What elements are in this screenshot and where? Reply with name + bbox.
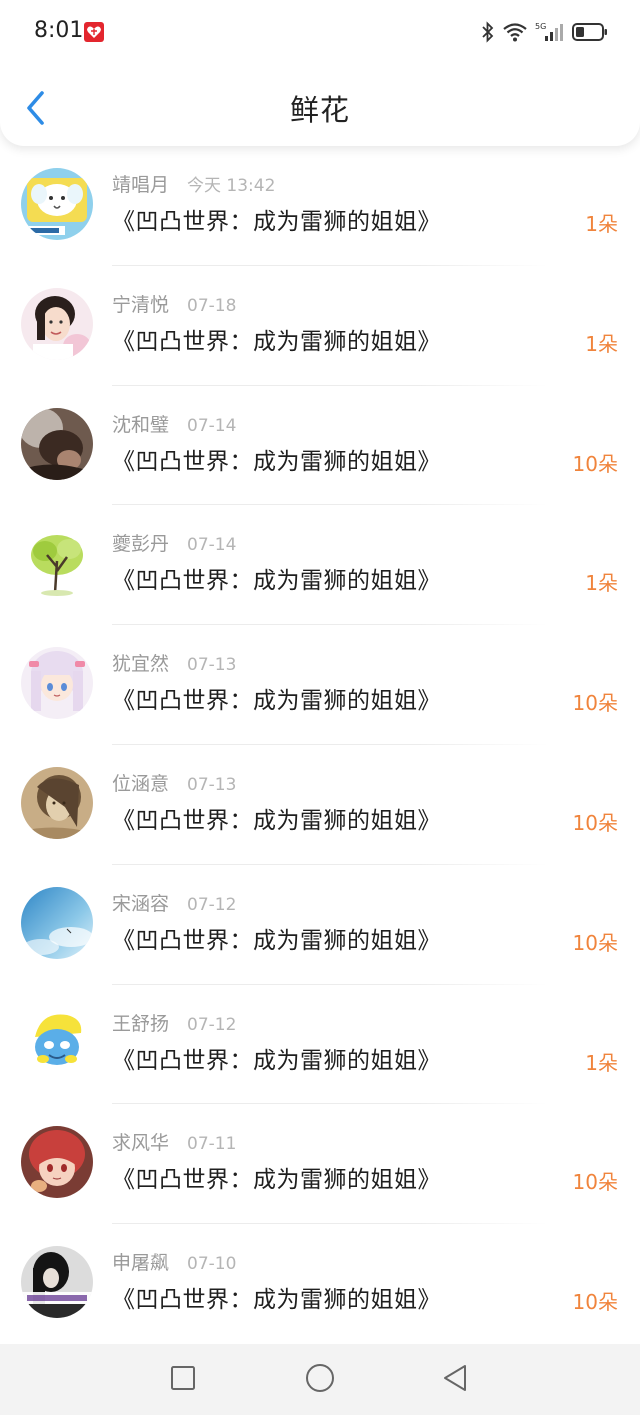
flower-amount: 1朵 [585,571,618,596]
sender-name: 沈和璧 [112,413,170,436]
5g-signal-icon: 5G [535,21,565,43]
back-triangle-icon [441,1363,469,1397]
book-title: 《凹凸世界：成为雷狮的姐姐》 [112,688,441,715]
gift-date: 07-14 [187,415,237,436]
avatar[interactable] [21,407,93,480]
avatar[interactable] [21,886,93,959]
avatar[interactable] [21,766,93,839]
status-time: 8:01 [34,18,84,43]
list-item[interactable]: 宁清悦 07-18 《凹凸世界：成为雷狮的姐姐》 1朵 [0,266,640,386]
gift-date: 今天 13:42 [187,176,276,196]
sender-name: 夔彭丹 [112,533,170,556]
row-meta: 宋涵容 07-12 [112,891,236,919]
sender-name: 宋涵容 [112,892,170,915]
flower-amount: 10朵 [572,810,618,835]
flower-amount: 10朵 [572,1170,618,1195]
sender-name: 犹宜然 [112,653,170,676]
avatar[interactable] [21,1126,93,1199]
book-title: 《凹凸世界：成为雷狮的姐姐》 [112,1167,441,1194]
row-meta: 申屠飙 07-10 [112,1250,236,1278]
wifi-icon [502,21,528,43]
red-heart-badge-icon [84,22,104,42]
avatar[interactable] [21,287,93,360]
avatar[interactable] [21,168,93,240]
page-title: 鲜花 [289,93,350,127]
row-meta: 求风华 07-11 [112,1130,236,1158]
title-bar: 鲜花 [0,74,640,146]
list-item[interactable]: 位涵意 07-13 《凹凸世界：成为雷狮的姐姐》 10朵 [0,745,640,865]
row-meta: 沈和璧 07-14 [112,412,236,440]
list-item[interactable]: 求风华 07-11 《凹凸世界：成为雷狮的姐姐》 10朵 [0,1104,640,1225]
row-meta: 位涵意 07-13 [112,771,236,799]
book-title: 《凹凸世界：成为雷狮的姐姐》 [112,209,441,235]
bluetooth-icon [481,21,495,43]
list-item[interactable]: 宋涵容 07-12 《凹凸世界：成为雷狮的姐姐》 10朵 [0,865,640,985]
gift-date: 07-11 [187,1134,237,1155]
sender-name: 申屠飙 [112,1252,170,1275]
sender-name: 位涵意 [112,772,170,795]
sender-name: 求风华 [112,1132,170,1155]
sender-name: 靖唱月 [112,174,170,196]
flower-amount: 10朵 [572,451,618,476]
battery-icon [572,21,608,43]
book-title: 《凹凸世界：成为雷狮的姐姐》 [112,927,441,954]
list-item[interactable]: 夔彭丹 07-14 《凹凸世界：成为雷狮的姐姐》 1朵 [0,505,640,626]
gift-date: 07-13 [187,774,237,795]
avatar[interactable] [21,1006,93,1079]
flower-amount: 1朵 [585,212,618,236]
row-meta: 宁清悦 07-18 [112,292,236,320]
sender-name: 宁清悦 [112,293,170,316]
home-button[interactable] [302,1362,338,1398]
list-item[interactable]: 王舒扬 07-12 《凹凸世界：成为雷狮的姐姐》 1朵 [0,985,640,1105]
list-item[interactable]: 沈和璧 07-14 《凹凸世界：成为雷狮的姐姐》 10朵 [0,386,640,506]
screen: 8:01 5G 鲜花 靖唱月 今天 13:42 《凹凸世界：成为雷狮的姐姐》 1… [0,0,640,1415]
list-item[interactable]: 靖唱月 今天 13:42 《凹凸世界：成为雷狮的姐姐》 1朵 [0,146,640,266]
system-nav-bar [0,1344,640,1415]
avatar[interactable] [21,647,93,720]
sender-name: 王舒扬 [112,1012,170,1035]
book-title: 《凹凸世界：成为雷狮的姐姐》 [112,328,441,355]
flower-amount: 10朵 [572,691,618,716]
gift-date: 07-13 [187,655,237,676]
svg-text:5G: 5G [535,22,546,31]
row-meta: 王舒扬 07-12 [112,1011,236,1039]
avatar[interactable] [21,527,93,600]
back-nav-button[interactable] [437,1362,473,1398]
book-title: 《凹凸世界：成为雷狮的姐姐》 [112,1047,441,1074]
row-meta: 靖唱月 今天 13:42 [112,172,275,200]
list-item[interactable]: 犹宜然 07-13 《凹凸世界：成为雷狮的姐姐》 10朵 [0,625,640,745]
avatar[interactable] [21,1246,93,1319]
book-title: 《凹凸世界：成为雷狮的姐姐》 [112,568,441,595]
gift-date: 07-14 [187,535,237,556]
flower-amount: 1朵 [585,331,618,356]
home-circle-icon [304,1362,336,1398]
recents-button[interactable] [165,1362,201,1398]
book-title: 《凹凸世界：成为雷狮的姐姐》 [112,807,441,834]
book-title: 《凹凸世界：成为雷狮的姐姐》 [112,1287,441,1314]
gift-date: 07-12 [187,1014,237,1035]
row-meta: 犹宜然 07-13 [112,651,236,679]
status-icons: 5G [481,18,608,46]
book-title: 《凹凸世界：成为雷狮的姐姐》 [112,448,441,475]
header: 8:01 5G 鲜花 [0,0,640,146]
flower-amount: 10朵 [572,930,618,955]
gift-date: 07-12 [187,894,237,915]
flower-amount: 1朵 [585,1050,618,1075]
flower-gift-list: 靖唱月 今天 13:42 《凹凸世界：成为雷狮的姐姐》 1朵 宁清悦 07-18… [0,146,640,1344]
gift-date: 07-18 [187,295,237,316]
flower-amount: 10朵 [572,1290,618,1315]
recents-square-icon [169,1364,197,1396]
gift-date: 07-10 [187,1254,237,1275]
status-bar: 8:01 5G [0,0,640,64]
list-item[interactable]: 申屠飙 07-10 《凹凸世界：成为雷狮的姐姐》 10朵 [0,1224,640,1344]
row-meta: 夔彭丹 07-14 [112,531,236,559]
